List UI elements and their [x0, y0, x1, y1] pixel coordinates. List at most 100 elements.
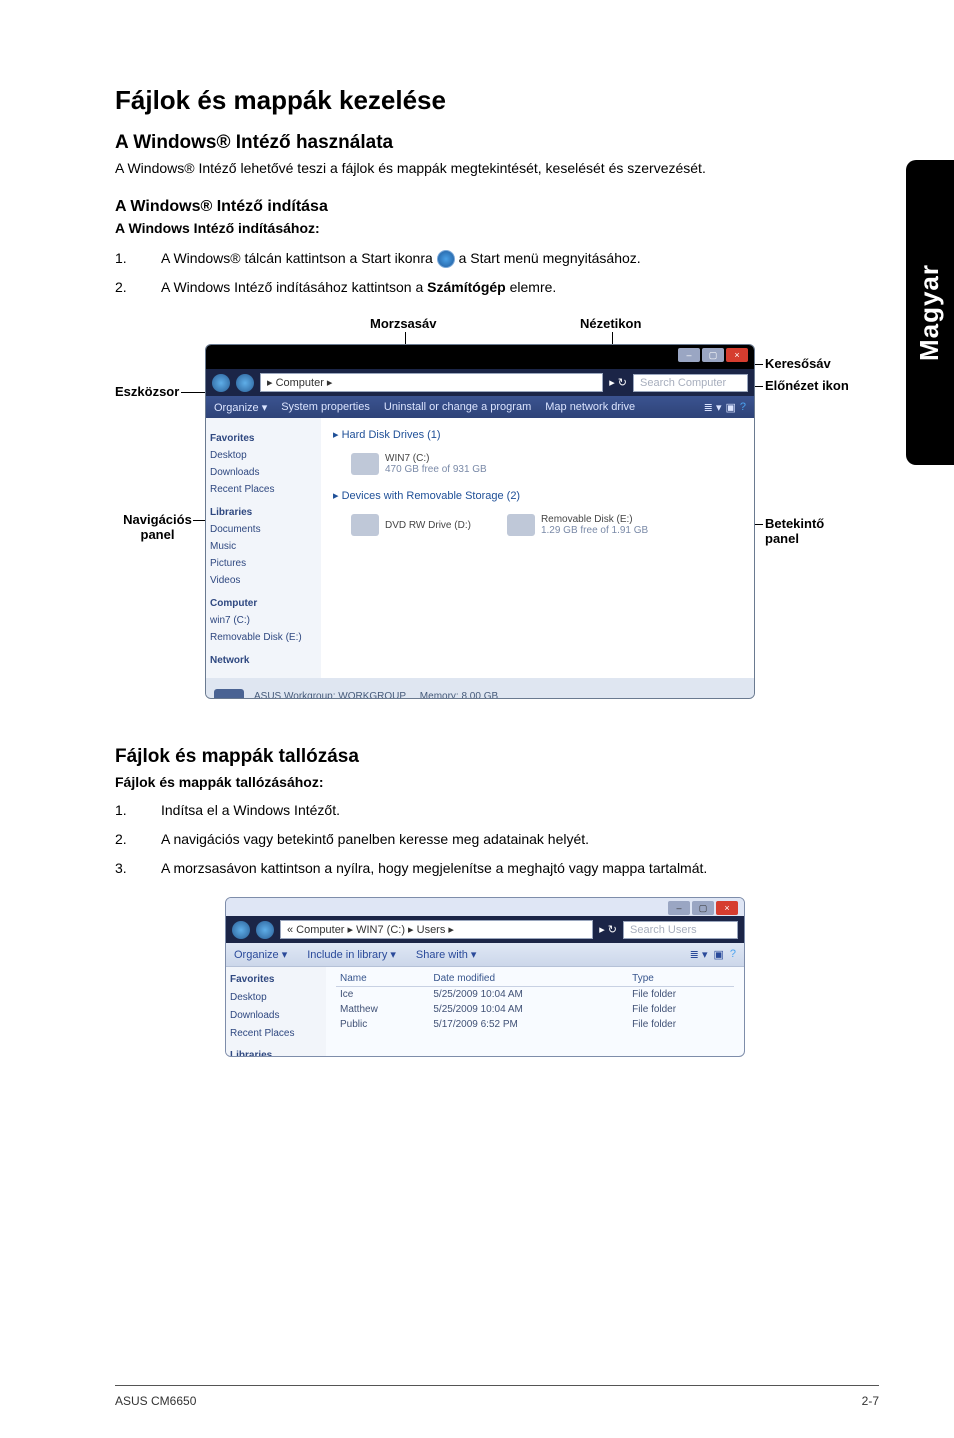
table-row[interactable]: Public 5/17/2009 6:52 PM File folder — [336, 1017, 734, 1032]
nav-removable[interactable]: Removable Disk (E:) — [210, 629, 317, 646]
label-breadcrumb: Morzsasáv — [370, 316, 436, 331]
window-titlebar: – ▢ × — [206, 345, 754, 369]
toolbar-mapdrive[interactable]: Map network drive — [545, 401, 635, 413]
label-viewicon: Nézetikon — [580, 316, 641, 331]
maximize-button[interactable]: ▢ — [702, 348, 724, 362]
nav-network[interactable]: Network — [210, 652, 317, 669]
instruction-header: A Windows Intéző indításához: — [115, 220, 855, 236]
explorer-body: Favorites Desktop Downloads Recent Place… — [206, 418, 754, 678]
toolbar-organize[interactable]: Organize ▾ — [214, 401, 267, 414]
col-name[interactable]: Name — [336, 971, 429, 987]
drive-removable-free: 1.29 GB free of 1.91 GB — [541, 525, 648, 536]
browse-instruction-header: Fájlok és mappák tallózásához: — [115, 774, 855, 790]
nav-libraries[interactable]: Libraries — [210, 504, 317, 521]
win2-column-headers[interactable]: Name Date modified Type — [336, 971, 734, 987]
win2-body: Favorites Desktop Downloads Recent Place… — [226, 967, 744, 1057]
win2-nav-rec[interactable]: Recent Places — [230, 1025, 322, 1043]
dvd-icon — [351, 514, 379, 536]
computer-icon — [214, 689, 244, 700]
table-row[interactable]: Ice 5/25/2009 10:04 AM File folder — [336, 987, 734, 1003]
col-type[interactable]: Type — [628, 971, 734, 987]
status-workgroup: ASUS Workgroup: WORKGROUP — [254, 691, 406, 700]
nav-documents[interactable]: Documents — [210, 521, 317, 538]
explorer-window-2: – ▢ × « Computer ▸ WIN7 (C:) ▸ Users ▸ ▸… — [225, 897, 745, 1057]
win2-share[interactable]: Share with ▾ — [416, 948, 477, 961]
drive-c[interactable]: WIN7 (C:) 470 GB free of 931 GB — [351, 453, 487, 475]
win2-address-bar[interactable]: « Computer ▸ WIN7 (C:) ▸ Users ▸ — [280, 920, 593, 939]
forward-button[interactable] — [236, 374, 254, 392]
navigation-pane[interactable]: Favorites Desktop Downloads Recent Place… — [206, 418, 321, 678]
label-navpanel-l2: panel — [141, 527, 175, 542]
nav-videos[interactable]: Videos — [210, 572, 317, 589]
drive-c-label: WIN7 (C:) — [385, 453, 487, 464]
nav-recent[interactable]: Recent Places — [210, 481, 317, 498]
drive-dvd[interactable]: DVD RW Drive (D:) — [351, 514, 471, 536]
help-icon[interactable]: ? — [740, 401, 746, 414]
browse-step-2: A navigációs vagy betekintő panelben ker… — [115, 829, 855, 850]
win2-address-row: « Computer ▸ WIN7 (C:) ▸ Users ▸ ▸ ↻ Sea… — [226, 916, 744, 943]
page-footer: ASUS CM6650 2-7 — [115, 1385, 879, 1408]
win2-back[interactable] — [232, 921, 250, 939]
drive-icon — [351, 453, 379, 475]
win2-search-input[interactable]: Search Users — [623, 921, 738, 939]
win2-view-cluster: ≣ ▾ ▣ ? — [690, 948, 736, 961]
preview-icon[interactable]: ▣ — [725, 401, 735, 414]
cell-name: Ice — [336, 987, 429, 1003]
address-bar[interactable]: ▸ Computer ▸ — [260, 373, 603, 392]
label-navpanel-l1: Navigációs — [123, 512, 192, 527]
win2-nav-pane[interactable]: Favorites Desktop Downloads Recent Place… — [226, 967, 326, 1057]
win2-organize[interactable]: Organize ▾ — [234, 948, 287, 961]
win2-nav-lib[interactable]: Libraries — [230, 1047, 322, 1057]
drive-removable-info: Removable Disk (E:) 1.29 GB free of 1.91… — [541, 514, 648, 536]
label-insight: Betekintő panel — [765, 516, 855, 546]
refresh-icon[interactable]: ▸ ↻ — [609, 376, 627, 389]
start-icon — [437, 250, 455, 268]
nav-desktop[interactable]: Desktop — [210, 447, 317, 464]
minimize-button[interactable]: – — [678, 348, 700, 362]
table-row[interactable]: Matthew 5/25/2009 10:04 AM File folder — [336, 1002, 734, 1017]
nav-favorites[interactable]: Favorites — [210, 430, 317, 447]
content-pane[interactable]: ▸ Hard Disk Drives (1) WIN7 (C:) 470 GB … — [321, 418, 754, 678]
win2-view-icon[interactable]: ≣ ▾ — [690, 948, 708, 961]
nav-computer[interactable]: Computer — [210, 595, 317, 612]
drive-removable[interactable]: Removable Disk (E:) 1.29 GB free of 1.91… — [507, 514, 648, 536]
nav-pictures[interactable]: Pictures — [210, 555, 317, 572]
removable-icon — [507, 514, 535, 536]
page-title: Fájlok és mappák kezelése — [115, 85, 855, 116]
step-2: A Windows Intéző indításához kattintson … — [115, 277, 855, 298]
toolbar-sysprop[interactable]: System properties — [281, 401, 370, 413]
view-icon[interactable]: ≣ ▾ — [704, 401, 722, 414]
win2-preview-icon[interactable]: ▣ — [713, 948, 723, 961]
win2-nav-down[interactable]: Downloads — [230, 1007, 322, 1025]
win2-maximize[interactable]: ▢ — [692, 901, 714, 915]
toolbar-uninstall[interactable]: Uninstall or change a program — [384, 401, 531, 413]
win2-nav-desk[interactable]: Desktop — [230, 989, 322, 1007]
win2-forward[interactable] — [256, 921, 274, 939]
win2-refresh-icon[interactable]: ▸ ↻ — [599, 923, 617, 936]
win2-minimize[interactable]: – — [668, 901, 690, 915]
browse-steps: Indítsa el a Windows Intézőt. A navigáci… — [115, 800, 855, 879]
section-hdd: ▸ Hard Disk Drives (1) — [333, 428, 742, 441]
nav-music[interactable]: Music — [210, 538, 317, 555]
win2-include[interactable]: Include in library ▾ — [307, 948, 396, 961]
page-content: Fájlok és mappák kezelése A Windows® Int… — [115, 85, 855, 1057]
window-controls: – ▢ × — [678, 348, 748, 366]
back-button[interactable] — [212, 374, 230, 392]
footer-right: 2-7 — [862, 1394, 879, 1408]
win2-nav-fav[interactable]: Favorites — [230, 971, 322, 989]
win2-toolbar: Organize ▾ Include in library ▾ Share wi… — [226, 943, 744, 967]
explorer-toolbar: Organize ▾ System properties Uninstall o… — [206, 396, 754, 418]
search-input[interactable]: Search Computer — [633, 374, 748, 392]
label-searchbar: Keresősáv — [765, 356, 831, 371]
win2-help-icon[interactable]: ? — [730, 948, 736, 961]
footer-left: ASUS CM6650 — [115, 1394, 196, 1408]
cell-date: 5/25/2009 10:04 AM — [429, 987, 628, 1003]
section-heading-explorer-use: A Windows® Intéző használata — [115, 132, 855, 154]
removable-row: DVD RW Drive (D:) Removable Disk (E:) 1.… — [333, 506, 742, 540]
nav-downloads[interactable]: Downloads — [210, 464, 317, 481]
win2-close[interactable]: × — [716, 901, 738, 915]
nav-hdd[interactable]: win7 (C:) — [210, 612, 317, 629]
col-date[interactable]: Date modified — [429, 971, 628, 987]
close-button[interactable]: × — [726, 348, 748, 362]
win2-content-pane[interactable]: Name Date modified Type Ice 5/25/2009 10… — [326, 967, 744, 1057]
